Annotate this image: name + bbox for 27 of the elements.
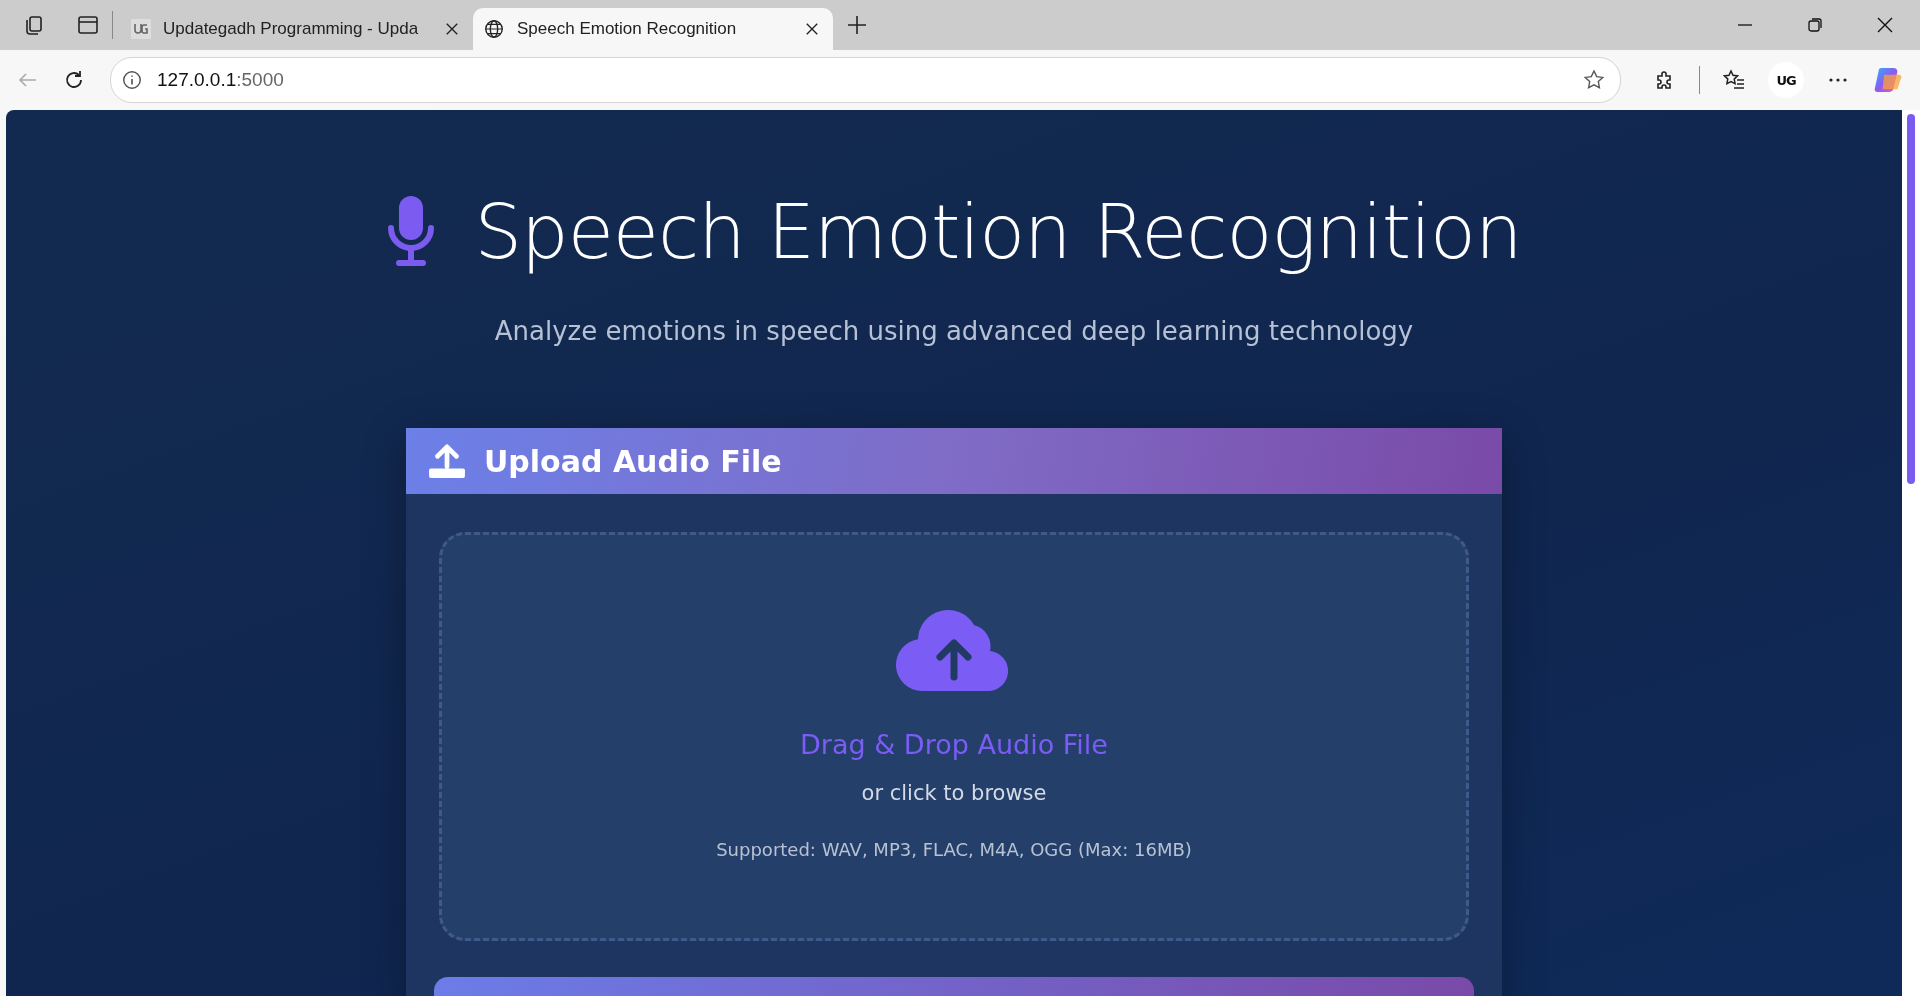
- microphone-icon: [386, 196, 435, 268]
- favorites-list-icon[interactable]: [1722, 68, 1746, 92]
- card-title: Upload Audio File: [484, 443, 782, 479]
- dropzone[interactable]: Drag & Drop Audio File or click to browse Supported: WAV, MP3, FLAC, M4A, OGG (Max: 16MB): [439, 532, 1469, 941]
- new-tab-icon[interactable]: [845, 13, 869, 37]
- url-text: 127.0.0.1:5000: [157, 69, 284, 91]
- upload-icon: [428, 444, 466, 478]
- close-tab-icon[interactable]: [805, 22, 819, 36]
- dropzone-heading: Drag & Drop Audio File: [800, 729, 1108, 760]
- globe-icon: [483, 18, 505, 40]
- vertical-tabs-icon[interactable]: [76, 13, 100, 37]
- address-bar[interactable]: 127.0.0.1:5000: [110, 57, 1621, 103]
- scrollbar-thumb[interactable]: [1907, 114, 1915, 484]
- page-subtitle: Analyze emotions in speech using advanced deep learning technology: [494, 316, 1414, 346]
- favorite-star-icon[interactable]: [1582, 68, 1606, 92]
- browse-hint: or click to browse: [861, 781, 1047, 805]
- info-icon[interactable]: [121, 69, 143, 91]
- supported-formats: Supported: WAV, MP3, FLAC, M4A, OGG (Max: 16MB): [716, 839, 1192, 860]
- browser-tab[interactable]: Updategadh Programming - Upda: [121, 8, 473, 50]
- restore-icon[interactable]: [1807, 17, 1823, 33]
- profile-avatar[interactable]: UG: [1768, 62, 1804, 98]
- close-icon[interactable]: [1877, 17, 1893, 33]
- close-tab-icon[interactable]: [445, 22, 459, 36]
- page-title: Speech Emotion Recognition: [474, 188, 1522, 276]
- site-logo-icon: [131, 19, 151, 39]
- scrollbar[interactable]: [1902, 110, 1920, 996]
- browser-tab[interactable]: Speech Emotion Recognition: [473, 8, 833, 50]
